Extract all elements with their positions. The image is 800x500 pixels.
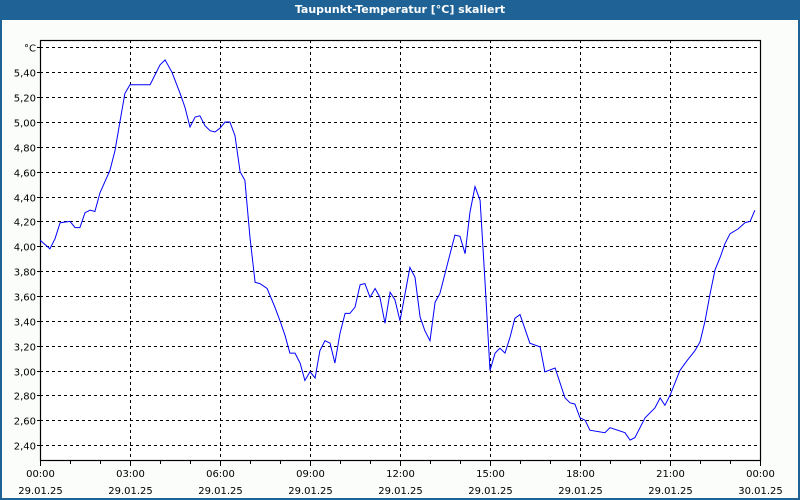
- y-tick-label: 4,40: [14, 194, 36, 205]
- x-tick-time: 09:00: [296, 469, 325, 480]
- y-tick-label: 4,80: [14, 144, 36, 155]
- x-tick-date: 29.01.25: [198, 486, 243, 497]
- y-tick-label: 5,00: [14, 119, 36, 130]
- y-tick-label: 3,40: [14, 318, 36, 329]
- x-tick-time: 15:00: [476, 469, 505, 480]
- y-tick-label: 3,60: [14, 293, 36, 304]
- x-tick-time: 06:00: [206, 469, 235, 480]
- x-tick-time: 03:00: [116, 469, 145, 480]
- y-tick-label: 3,80: [14, 268, 36, 279]
- x-tick-time: 00:00: [26, 469, 55, 480]
- chart-canvas: 2,40 2,60 2,80 3,00 3,20 3,40 3,60 3,80 4,00 4,20…: [14, 39, 783, 497]
- x-tick-date: 29.01.25: [288, 486, 333, 497]
- x-tick-date: 30.01.25: [738, 486, 783, 497]
- y-tick-label: 3,00: [14, 368, 36, 379]
- x-tick-time: 12:00: [386, 469, 415, 480]
- x-tick-time: 21:00: [656, 469, 685, 480]
- x-tick-time: 00:00: [746, 469, 775, 480]
- y-tick-label: 5,40: [14, 69, 36, 80]
- y-tick-label: 5,20: [14, 94, 36, 105]
- y-tick-label: 2,60: [14, 417, 36, 428]
- x-tick-date: 29.01.25: [468, 486, 513, 497]
- x-tick-date: 29.01.25: [378, 486, 423, 497]
- y-tick-label: 4,20: [14, 218, 36, 229]
- y-tick-label: 2,80: [14, 392, 36, 403]
- x-tick-date: 29.01.25: [648, 486, 693, 497]
- y-tick-label: 4,60: [14, 169, 36, 180]
- y-tick-label: 3,20: [14, 343, 36, 354]
- x-tick-time: 18:00: [566, 469, 595, 480]
- x-tick-date: 29.01.25: [18, 486, 63, 497]
- y-tick-label: 4,00: [14, 243, 36, 254]
- y-tick-label: 2,40: [14, 442, 36, 453]
- x-tick-date: 29.01.25: [558, 486, 603, 497]
- y-tick-label: °C: [24, 44, 36, 55]
- x-tick-date: 29.01.25: [108, 486, 153, 497]
